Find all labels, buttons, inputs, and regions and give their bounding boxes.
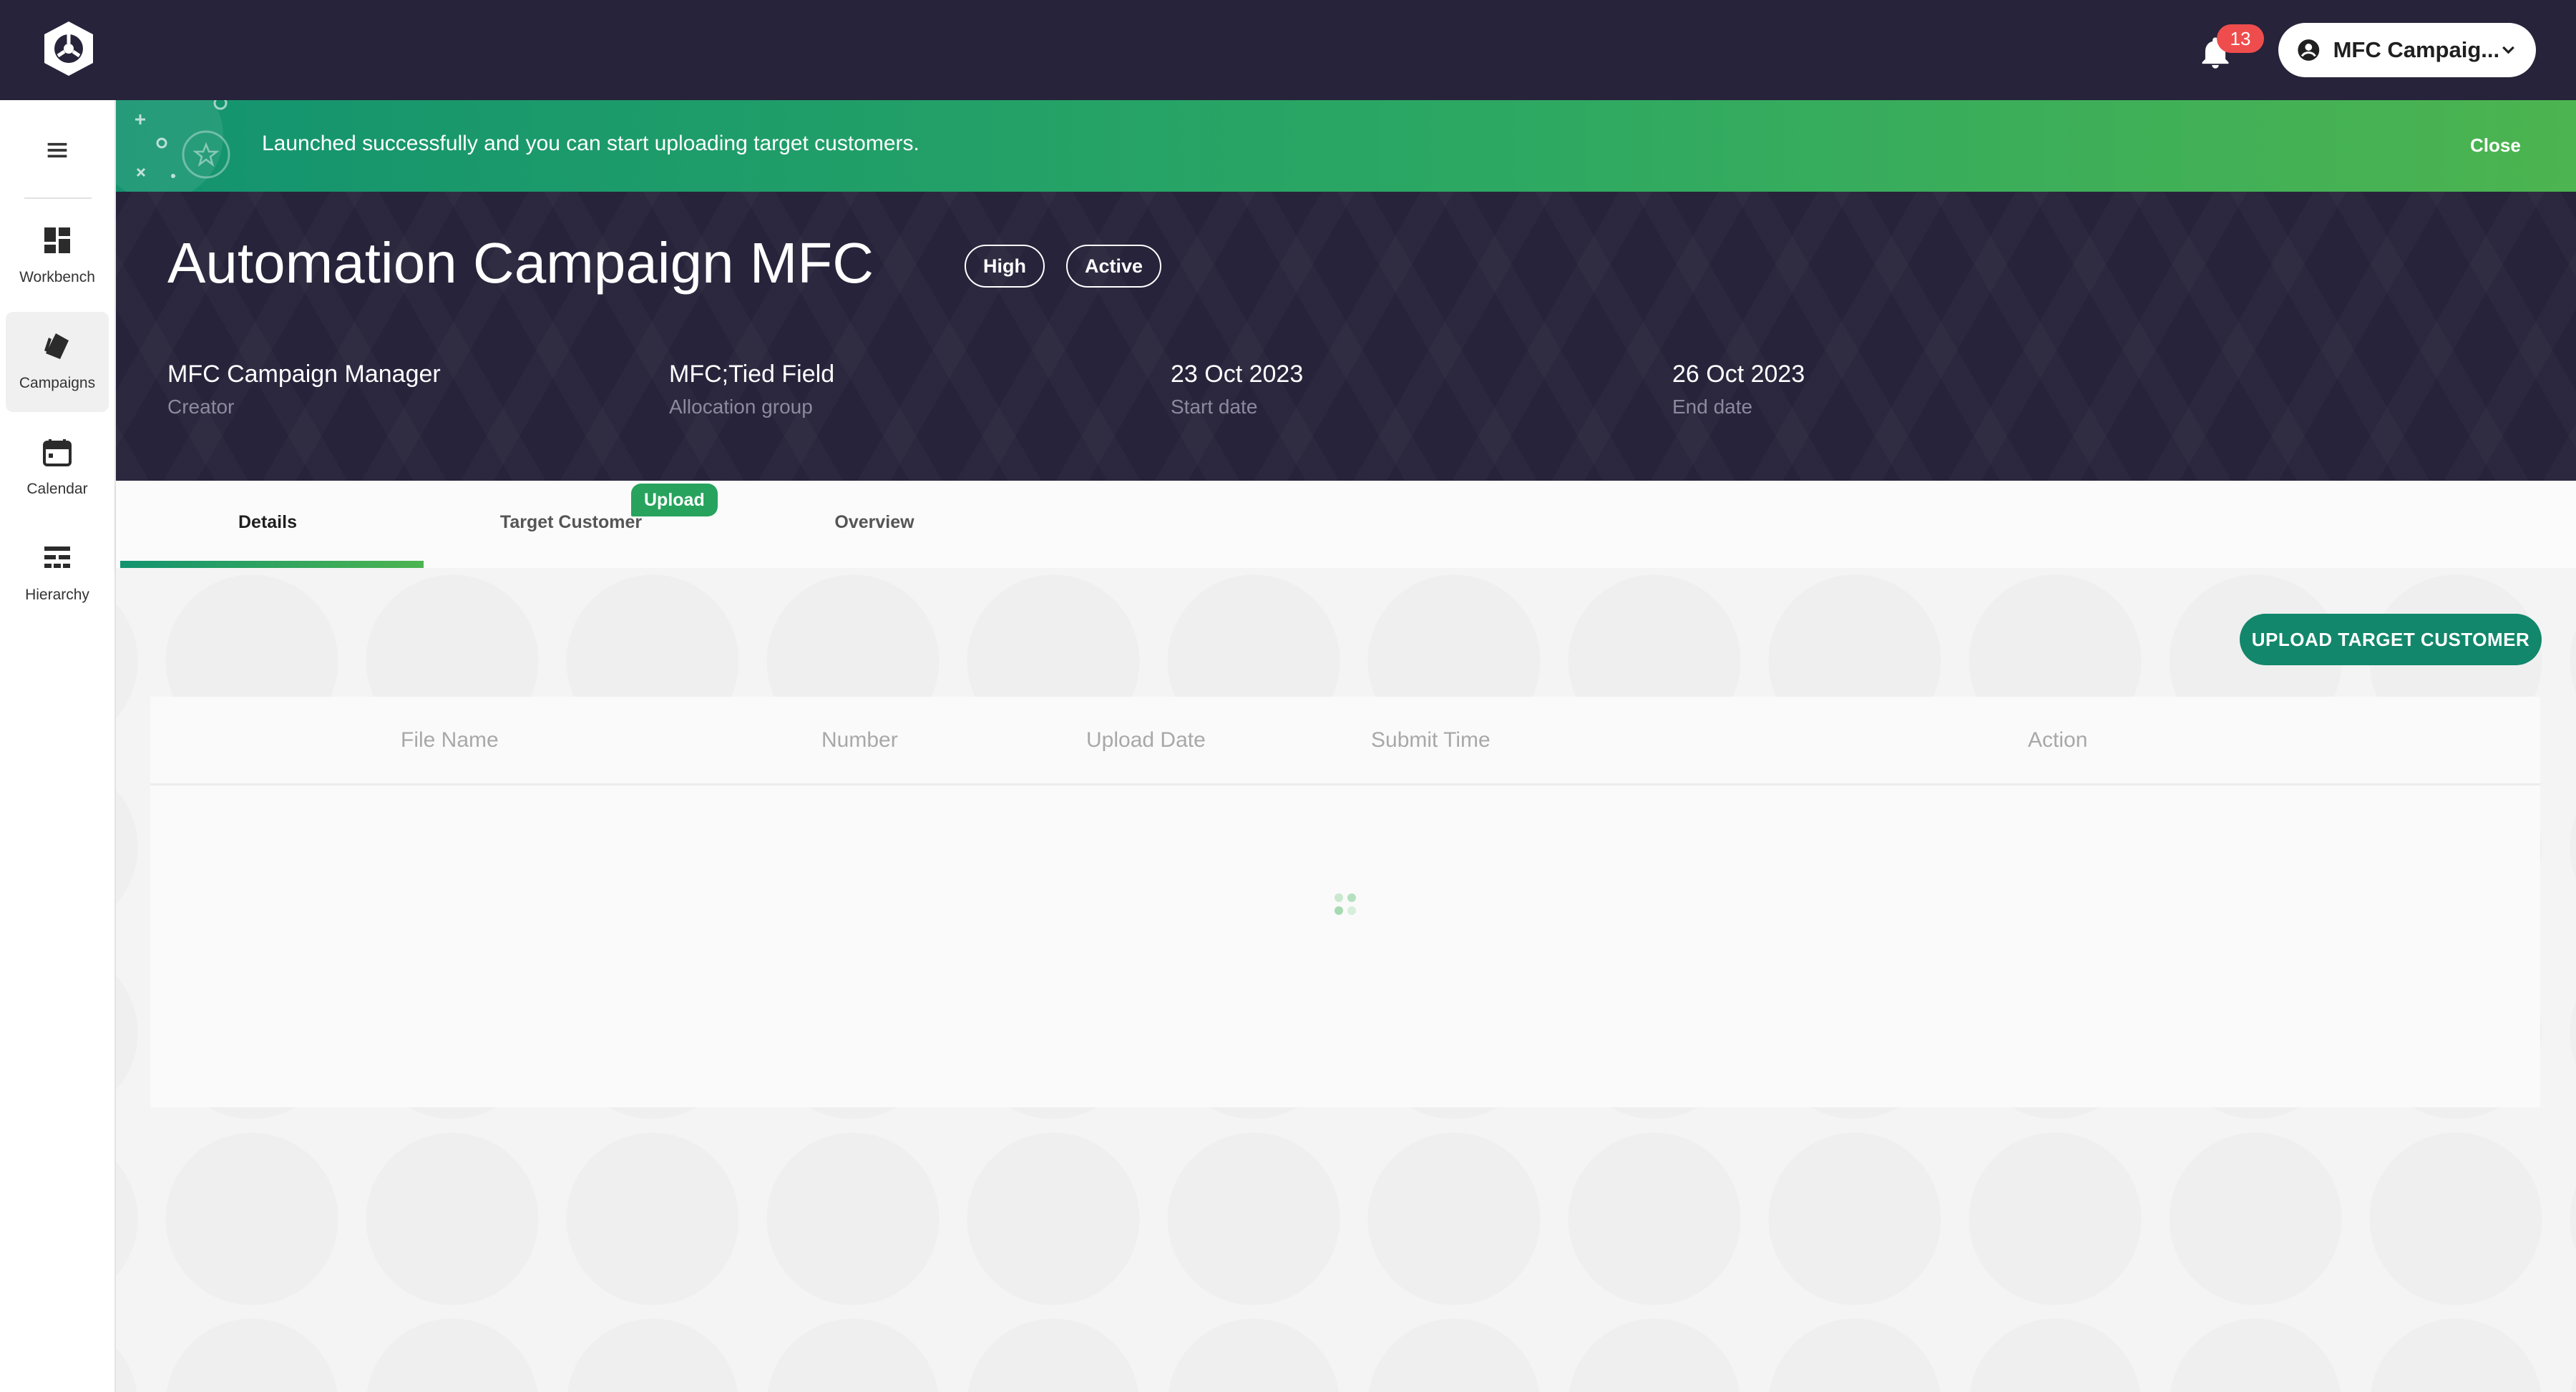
calendar-icon (43, 439, 72, 466)
sidebar-item-label: Hierarchy (25, 587, 89, 603)
sidebar-item-campaigns[interactable]: Campaigns (6, 312, 109, 412)
sidebar-divider (24, 197, 92, 199)
campaign-header: Automation Campaign MFC High Active MFC … (116, 192, 2576, 481)
campaign-title: Automation Campaign MFC (167, 231, 874, 295)
sidebar-item-label: Workbench (19, 269, 95, 285)
user-menu-button[interactable]: MFC Campaig... (2278, 23, 2536, 77)
tab-label: Details (238, 512, 297, 532)
meta-end-date: 26 Oct 2023 End date (1672, 361, 1805, 418)
hierarchy-icon (44, 546, 70, 568)
meta-value: MFC Campaign Manager (167, 361, 441, 388)
user-circle-icon (2298, 39, 2320, 61)
column-header-action[interactable]: Action (2028, 728, 2087, 753)
banner-message: Launched successfully and you can start … (262, 132, 919, 155)
top-bar: 13 MFC Campaig... (0, 0, 2576, 100)
sidebar-item-calendar[interactable]: Calendar (6, 418, 109, 518)
meta-allocation-group: MFC;Tied Field Allocation group (669, 361, 834, 418)
upload-tab-badge: Upload (631, 484, 718, 516)
column-header-number[interactable]: Number (821, 728, 898, 753)
upload-target-customer-button[interactable]: UPLOAD TARGET CUSTOMER (2240, 614, 2542, 665)
notification-count-badge: 13 (2217, 24, 2264, 53)
tab-label: Overview (834, 512, 914, 532)
priority-badge: High (965, 245, 1045, 288)
company-logo-icon[interactable] (39, 19, 99, 79)
hamburger-menu-icon[interactable] (43, 136, 72, 165)
dashboard-icon (44, 227, 70, 253)
meta-label: End date (1672, 396, 1753, 418)
tag-icon (44, 333, 69, 359)
meta-value: 26 Oct 2023 (1672, 361, 1805, 388)
active-tab-indicator (120, 561, 424, 568)
table-header: File Name Number Upload Date Submit Time… (150, 697, 2540, 785)
meta-creator: MFC Campaign Manager Creator (167, 361, 441, 418)
tab-details[interactable]: Details (116, 481, 424, 568)
meta-label: Allocation group (669, 396, 813, 418)
sidebar-item-label: Calendar (26, 481, 88, 497)
column-header-upload-date[interactable]: Upload Date (1086, 728, 1206, 753)
sidebar-item-workbench[interactable]: Workbench (6, 206, 109, 306)
sidebar: Workbench Campaigns Calendar Hierarchy (0, 100, 116, 1392)
column-header-file-name[interactable]: File Name (401, 728, 499, 753)
user-menu-label: MFC Campaig... (2333, 37, 2500, 62)
celebration-decoration-icon (116, 100, 230, 192)
loading-spinner-icon (1335, 893, 1356, 915)
meta-label: Creator (167, 396, 235, 418)
meta-start-date: 23 Oct 2023 Start date (1171, 361, 1303, 418)
column-header-submit-time[interactable]: Submit Time (1371, 728, 1491, 753)
tab-overview[interactable]: Overview (723, 481, 1026, 568)
sidebar-item-hierarchy[interactable]: Hierarchy (6, 524, 109, 624)
success-banner: Launched successfully and you can start … (116, 100, 2576, 192)
banner-close-button[interactable]: Close (2470, 134, 2521, 157)
meta-value: MFC;Tied Field (669, 361, 835, 388)
status-badge: Active (1066, 245, 1162, 288)
meta-value: 23 Oct 2023 (1171, 361, 1304, 388)
sidebar-item-label: Campaigns (19, 375, 96, 391)
chevron-down-icon (2502, 46, 2514, 54)
meta-label: Start date (1171, 396, 1258, 418)
tab-bar: Details Target Customer Overview (116, 481, 2576, 568)
